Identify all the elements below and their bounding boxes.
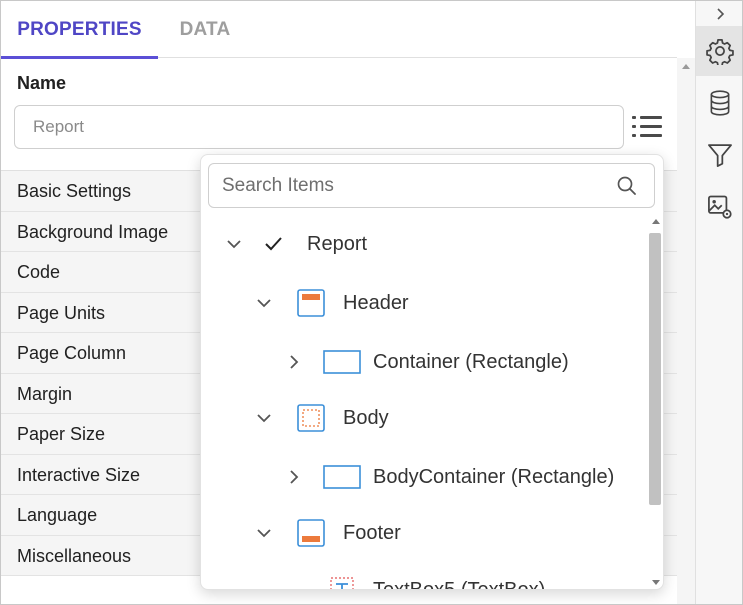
image-rail-button[interactable] xyxy=(696,182,742,232)
collapse-button[interactable] xyxy=(696,1,742,27)
search-items-input[interactable] xyxy=(209,164,609,207)
tree-node-label: TextBox5 (TextBox) xyxy=(373,578,546,590)
search-icon[interactable] xyxy=(616,175,638,197)
filter-icon xyxy=(708,144,732,167)
tree-node-label: BodyContainer (Rectangle) xyxy=(373,465,615,488)
name-label: Name xyxy=(17,73,67,93)
tree-node-label: Header xyxy=(343,291,409,314)
gear-icon xyxy=(706,39,734,65)
scroll-down-arrow[interactable] xyxy=(652,580,660,585)
filter-rail-button[interactable] xyxy=(696,130,742,180)
check-icon xyxy=(265,237,282,251)
icon-rail xyxy=(695,1,742,604)
item-tree-popup: Report Header Container (Rectangle) xyxy=(200,154,664,590)
tree-node-footer[interactable]: Footer xyxy=(253,513,401,553)
rectangle-icon xyxy=(323,350,361,374)
list-icon xyxy=(632,116,636,119)
header-band-icon xyxy=(297,289,325,317)
data-rail-button[interactable] xyxy=(696,78,742,128)
scroll-up-arrow[interactable] xyxy=(682,64,690,69)
scroll-up-arrow[interactable] xyxy=(652,219,660,224)
tab-data[interactable]: DATA xyxy=(158,1,252,58)
tree-node-textbox5[interactable]: TextBox5 (TextBox) xyxy=(283,570,546,590)
rectangle-icon xyxy=(323,465,361,489)
panel-scrollbar[interactable] xyxy=(677,58,695,604)
item-tree-button[interactable] xyxy=(629,111,665,145)
search-box xyxy=(208,163,655,208)
chevron-down-icon[interactable] xyxy=(253,522,275,544)
scroll-thumb[interactable] xyxy=(649,233,661,505)
name-input[interactable] xyxy=(14,105,624,149)
item-tree: Report Header Container (Rectangle) Body… xyxy=(201,215,649,590)
tree-node-body[interactable]: Body xyxy=(253,398,389,438)
tree-node-label: Container (Rectangle) xyxy=(373,350,569,373)
chevron-right-icon[interactable] xyxy=(283,351,305,373)
tree-node-container[interactable]: Container (Rectangle) xyxy=(283,342,569,382)
tree-node-label: Report xyxy=(307,232,368,255)
footer-band-icon xyxy=(297,519,325,547)
chevron-down-icon[interactable] xyxy=(253,407,275,429)
chevron-down-icon[interactable] xyxy=(253,292,275,314)
image-settings-icon xyxy=(708,195,732,219)
tree-node-header[interactable]: Header xyxy=(253,283,409,323)
collapse-chevron-icon xyxy=(717,8,725,20)
tree-node-label: Body xyxy=(343,406,389,429)
body-band-icon xyxy=(297,404,325,432)
textbox-icon xyxy=(330,577,354,589)
tab-bar: PROPERTIES DATA xyxy=(1,1,677,59)
properties-rail-button[interactable] xyxy=(696,26,742,76)
database-icon xyxy=(710,90,730,116)
report-properties-panel: PROPERTIES DATA Name Basic Settings Back… xyxy=(0,0,743,605)
tree-node-report[interactable]: Report xyxy=(223,224,367,264)
chevron-right-icon[interactable] xyxy=(283,466,305,488)
tab-properties[interactable]: PROPERTIES xyxy=(1,1,158,59)
tree-node-label: Footer xyxy=(343,521,401,544)
tree-scrollbar[interactable] xyxy=(649,215,663,589)
chevron-down-icon[interactable] xyxy=(223,233,245,255)
tree-node-bodycontainer[interactable]: BodyContainer (Rectangle) xyxy=(283,457,614,497)
